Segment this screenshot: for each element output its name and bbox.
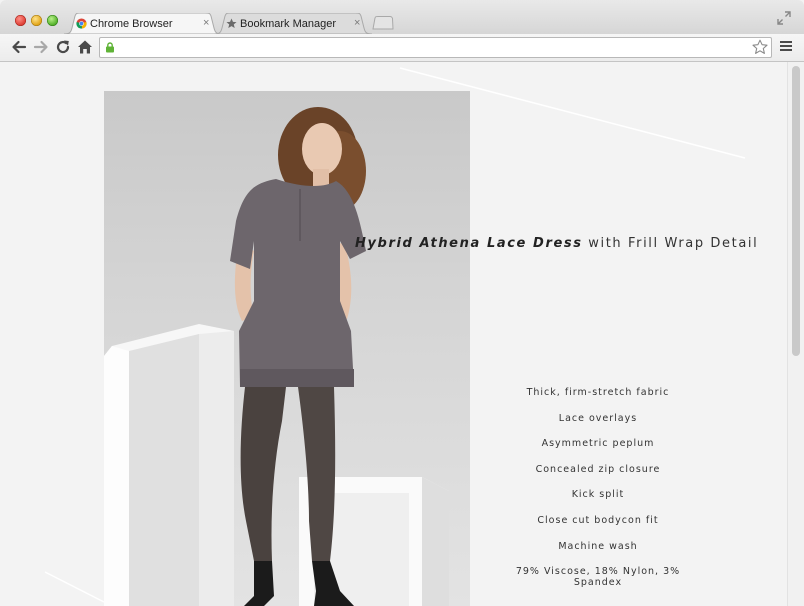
product-title: Hybrid Athena Lace Dress with Frill Wrap… (355, 236, 758, 251)
menu-icon[interactable] (780, 40, 792, 52)
close-window-button[interactable] (15, 15, 26, 26)
feature-item: Kick split (571, 489, 625, 501)
model-illustration (104, 107, 449, 606)
feature-item: 79% Viscose, 18% Nylon, 3% Spandex (515, 566, 681, 589)
tab-strip: Chrome Browser × Bookmark Manager × (0, 0, 804, 34)
vertical-scrollbar[interactable] (787, 62, 804, 606)
tab-close-icon[interactable]: × (203, 17, 209, 29)
reload-icon[interactable] (55, 39, 71, 55)
tab-label: Bookmark Manager (240, 18, 336, 30)
fullscreen-icon[interactable] (777, 11, 791, 25)
product-title-rest: with Frill Wrap Detail (582, 236, 759, 251)
bookmark-star-icon[interactable] (752, 39, 768, 55)
zoom-window-button[interactable] (47, 15, 58, 26)
feature-item: Concealed zip closure (535, 463, 661, 475)
minimize-window-button[interactable] (31, 15, 42, 26)
feature-item: Thick, firm-stretch fabric (526, 387, 670, 398)
new-tab-button[interactable] (372, 16, 394, 30)
tab-label: Chrome Browser (90, 18, 173, 30)
tab-close-icon[interactable]: × (354, 17, 360, 29)
feature-item: Close cut bodycon fit (537, 514, 659, 526)
feature-list: Thick, firm-stretch fabric Lace overlays… (492, 387, 704, 592)
feature-item: Asymmetric peplum (541, 438, 655, 450)
tab-chrome-browser[interactable]: Chrome Browser × (64, 13, 222, 34)
back-arrow-icon[interactable] (11, 39, 27, 55)
address-bar[interactable] (99, 37, 772, 58)
browser-toolbar (0, 34, 804, 62)
feature-item: Machine wash (558, 540, 638, 552)
lock-icon (106, 42, 114, 53)
tab-bookmark-manager[interactable]: Bookmark Manager × (214, 13, 372, 34)
product-title-strong: Hybrid Athena Lace Dress (355, 236, 583, 251)
scrollbar-thumb[interactable] (792, 66, 800, 356)
home-icon[interactable] (77, 39, 93, 55)
product-photo (104, 91, 470, 606)
star-icon (226, 18, 237, 28)
page-content: Hybrid Athena Lace Dress with Frill Wrap… (0, 62, 787, 606)
feature-item: Lace overlays (558, 412, 638, 424)
forward-arrow-icon[interactable] (33, 39, 49, 55)
browser-window: Chrome Browser × Bookmark Manager × Hybr… (0, 0, 804, 606)
chrome-icon (76, 18, 87, 29)
